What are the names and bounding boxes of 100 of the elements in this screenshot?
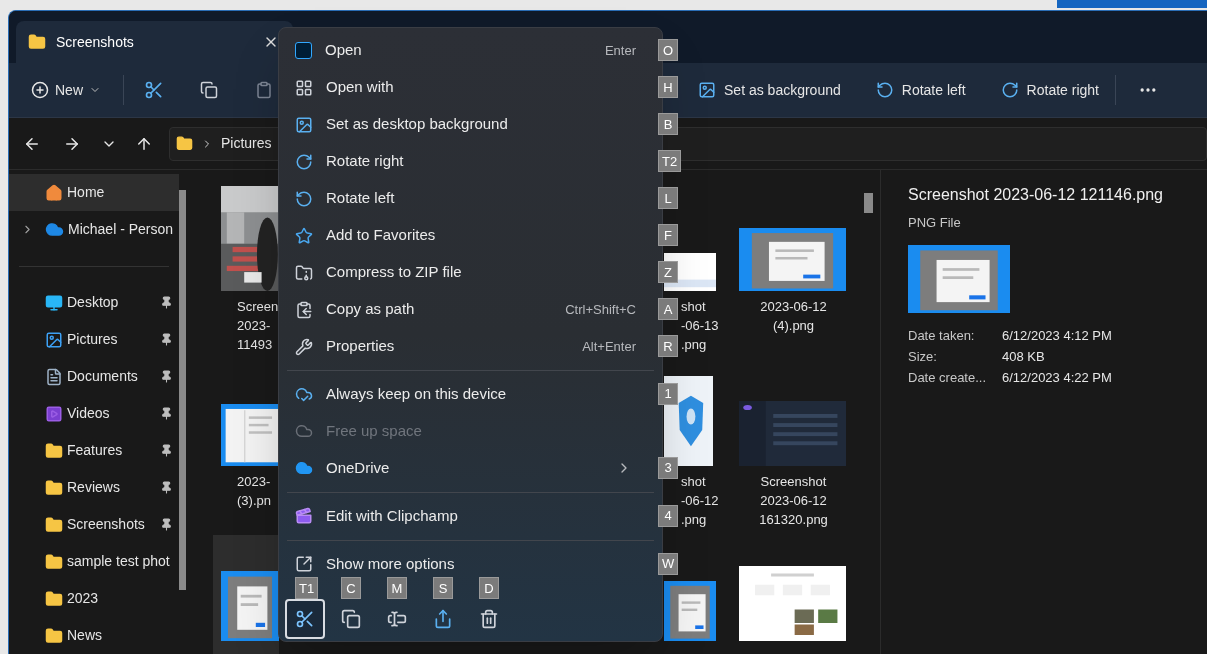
access-key-tooltip: R <box>658 335 678 357</box>
file-name: Screen <box>237 298 279 316</box>
file-name: -06-13 <box>681 317 720 335</box>
sidebar-item[interactable]: Screenshots <box>9 506 180 543</box>
file-name: 2023- <box>237 317 272 335</box>
trash-icon <box>479 609 499 629</box>
image-icon <box>45 330 63 349</box>
rotate-left-icon <box>875 81 894 99</box>
access-key-tooltip: W <box>658 552 679 575</box>
sidebar-item[interactable]: sample test phot <box>9 543 180 580</box>
sidebar-item[interactable]: News <box>9 617 180 654</box>
monitor-icon <box>45 293 63 312</box>
app-list-icon <box>295 78 313 97</box>
menu-item[interactable]: Always keep on this device <box>283 377 658 411</box>
shortcut-label: Enter <box>604 41 637 60</box>
scissors-icon[interactable] <box>144 80 164 100</box>
sidebar-item[interactable]: Features <box>9 432 180 469</box>
menu-item[interactable]: Properties Alt+Enter <box>283 330 658 363</box>
folder-icon <box>176 135 193 152</box>
file-name: 161320.png <box>758 511 829 529</box>
shortcut-label: Alt+Enter <box>582 337 637 356</box>
action-button[interactable] <box>285 599 325 639</box>
toolbar-button[interactable]: Rotate left <box>875 79 966 101</box>
external-link-icon <box>295 555 313 574</box>
access-key-tooltip: T2 <box>658 150 682 172</box>
sidebar-item[interactable]: 2023 <box>9 580 180 617</box>
sidebar-item[interactable]: Videos <box>9 395 180 432</box>
sidebar-item[interactable]: Documents <box>9 358 180 395</box>
access-key-tooltip: L <box>658 187 678 209</box>
toolbar-button[interactable]: Rotate right <box>1000 79 1099 101</box>
cloud-icon <box>45 220 64 239</box>
menu-item[interactable]: Edit with Clipchamp <box>283 499 658 533</box>
clipboard-icon[interactable] <box>255 81 273 99</box>
image-icon <box>698 81 716 99</box>
file-name: 2023-06-12 <box>759 492 828 510</box>
property-value: 6/12/2023 4:22 PM <box>1002 369 1112 388</box>
access-key-tooltip: C <box>341 577 361 599</box>
clipboard-icon <box>295 300 313 319</box>
access-key-tooltip: D <box>479 577 499 599</box>
property-label: Date taken: <box>908 327 976 346</box>
file-type: PNG File <box>908 214 962 232</box>
file-name: -06-12 <box>681 492 720 510</box>
access-key-tooltip: T1 <box>295 577 319 599</box>
file-name: shot <box>681 298 707 316</box>
folder-icon <box>45 478 63 497</box>
shortcut-label: Ctrl+Shift+C <box>565 300 637 319</box>
tab[interactable]: Screenshots <box>16 21 293 63</box>
new-button[interactable]: New <box>31 79 101 101</box>
rotate-right-icon <box>295 152 313 171</box>
folder-icon <box>45 626 63 645</box>
access-key-tooltip: S <box>433 577 453 599</box>
file-name: 11493 <box>237 336 274 354</box>
rotate-left-icon <box>295 189 313 208</box>
menu-item[interactable]: Copy as path Ctrl+Shift+C <box>283 293 658 326</box>
clapperboard-icon <box>295 507 313 526</box>
rename-icon <box>387 609 407 629</box>
app-icon <box>295 42 312 59</box>
tab-title: Screenshots <box>56 32 135 52</box>
file-name: shot <box>681 473 707 491</box>
menu-item[interactable]: OneDrive <box>283 451 658 485</box>
property-value: 6/12/2023 4:12 PM <box>1002 327 1112 346</box>
breadcrumb-item[interactable]: Pictures <box>221 133 272 154</box>
access-key-tooltip: 3 <box>658 456 678 479</box>
file-name: .png <box>681 511 708 529</box>
document-icon <box>45 367 63 386</box>
scissors-icon <box>295 609 315 629</box>
file-name: 2023- <box>237 473 272 491</box>
folder-icon <box>28 33 46 51</box>
menu-item[interactable]: Open with <box>283 71 658 104</box>
toolbar-button[interactable]: Set as background <box>698 79 841 101</box>
access-key-tooltip: H <box>658 76 678 98</box>
access-key-tooltip: B <box>658 113 678 135</box>
folder-icon <box>45 515 63 534</box>
file-name: Screenshot <box>759 473 828 491</box>
copy-icon[interactable] <box>200 81 218 99</box>
folder-icon <box>45 552 63 571</box>
access-key-tooltip: F <box>658 224 678 246</box>
menu-item[interactable]: Add to Favorites <box>283 219 658 252</box>
wrench-icon <box>295 337 313 356</box>
copy-icon <box>341 609 361 629</box>
sidebar-item[interactable]: Michael - Person <box>9 211 180 248</box>
sidebar-item[interactable]: Desktop <box>9 284 180 321</box>
access-key-tooltip: A <box>658 298 678 320</box>
sidebar-item[interactable]: Reviews <box>9 469 180 506</box>
folder-icon <box>45 441 63 460</box>
zip-folder-icon <box>295 263 313 282</box>
scrollbar-thumb[interactable] <box>864 193 873 213</box>
access-key-tooltip: 4 <box>658 504 678 527</box>
sidebar-item[interactable]: Home <box>9 174 180 211</box>
home-icon <box>45 183 63 202</box>
cloud-check-icon <box>295 385 313 404</box>
file-name: 2023-06-12 <box>759 298 828 316</box>
menu-item[interactable]: Compress to ZIP file <box>283 256 658 289</box>
menu-item[interactable]: Rotate left <box>283 182 658 215</box>
file-name: .png <box>681 336 708 354</box>
rotate-right-icon <box>1000 81 1019 99</box>
access-key-tooltip: O <box>658 39 678 61</box>
plus-icon <box>31 81 49 99</box>
folder-icon <box>45 589 63 608</box>
sidebar-item[interactable]: Pictures <box>9 321 180 358</box>
